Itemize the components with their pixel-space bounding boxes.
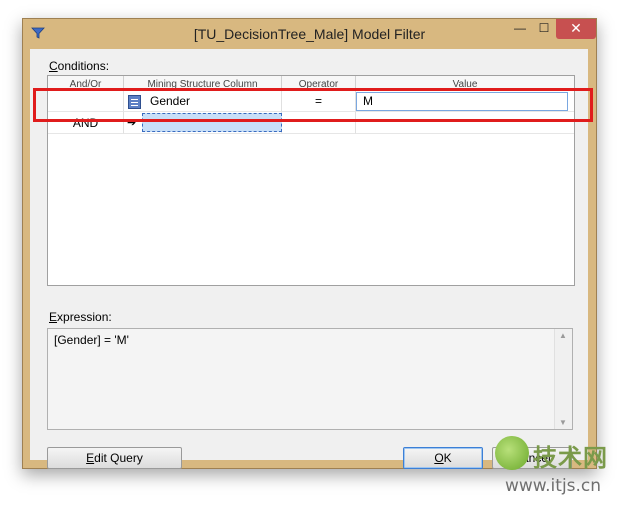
edit-query-button[interactable]: Edit Query xyxy=(47,447,182,469)
model-filter-dialog: [TU_DecisionTree_Male] Model Filter — ☐ … xyxy=(22,18,597,469)
conditions-label: Conditions: xyxy=(49,59,109,73)
conditions-label-text: onditions: xyxy=(57,59,110,73)
expression-scrollbar[interactable]: ▲ ▼ xyxy=(554,329,572,429)
ok-text: K xyxy=(443,451,452,465)
scroll-down-icon[interactable]: ▼ xyxy=(558,418,568,427)
watermark-logo-icon xyxy=(495,436,529,470)
close-button[interactable]: ✕ xyxy=(556,19,596,39)
annotation-highlight-box xyxy=(33,88,593,122)
expression-label: Expression: xyxy=(49,310,112,324)
conditions-label-accel: C xyxy=(49,59,58,73)
ok-button[interactable]: OK xyxy=(403,447,483,469)
maximize-button[interactable]: ☐ xyxy=(532,19,556,39)
expression-box[interactable]: [Gender] = 'M' ▲ ▼ xyxy=(47,328,573,430)
expression-label-text: xpression: xyxy=(57,310,112,324)
watermark-url: www.itjs.cn xyxy=(505,476,602,496)
expression-label-accel: E xyxy=(49,310,58,324)
watermark-brand: 技术网 xyxy=(533,445,608,472)
edit-query-text: dit Query xyxy=(94,451,143,465)
edit-query-accel: E xyxy=(86,451,95,465)
minimize-button[interactable]: — xyxy=(508,19,532,39)
ok-accel: O xyxy=(434,451,444,465)
watermark: 技术网 www.itjs.cn xyxy=(493,432,633,502)
expression-text: [Gender] = 'M' xyxy=(54,333,129,347)
title-bar[interactable]: [TU_DecisionTree_Male] Model Filter — ☐ … xyxy=(23,19,596,49)
scroll-up-icon[interactable]: ▲ xyxy=(558,331,568,340)
